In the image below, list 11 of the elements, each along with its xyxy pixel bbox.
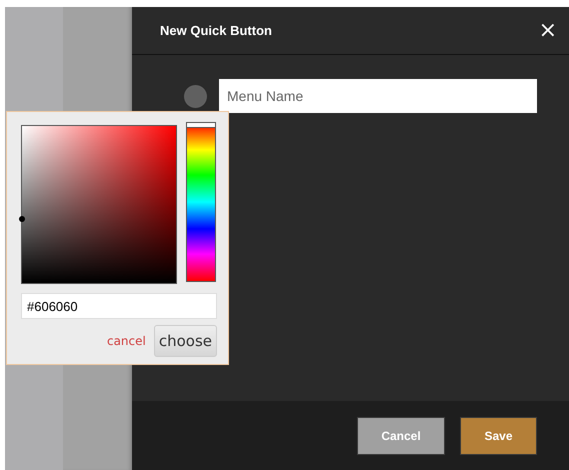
saturation-value-area[interactable]: [21, 125, 178, 284]
hex-field[interactable]: #606060: [21, 293, 217, 319]
hue-thumb[interactable]: [187, 123, 215, 128]
menu-name-field[interactable]: Menu Name: [219, 79, 537, 113]
close-button[interactable]: ×: [534, 18, 561, 43]
picker-cursor[interactable]: [19, 216, 25, 222]
choose-button[interactable]: choose: [154, 325, 217, 357]
cancel-link[interactable]: cancel: [106, 334, 146, 348]
dialog-title: New Quick Button: [160, 23, 272, 38]
color-swatch[interactable]: [184, 84, 207, 108]
hue-slider[interactable]: [186, 122, 216, 282]
